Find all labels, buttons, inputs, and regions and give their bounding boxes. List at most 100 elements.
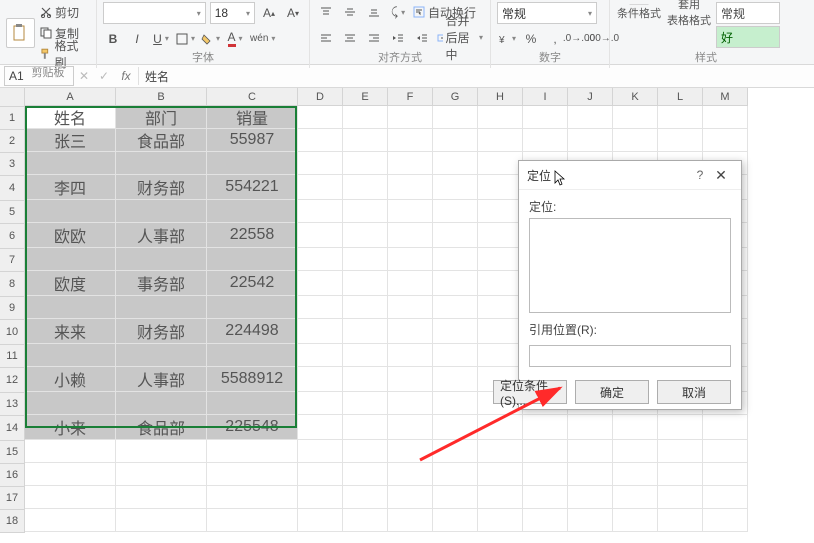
bold-button[interactable]: B bbox=[103, 29, 123, 49]
cell[interactable] bbox=[703, 463, 748, 486]
cell[interactable] bbox=[343, 200, 388, 223]
cell[interactable] bbox=[658, 129, 703, 152]
cell[interactable] bbox=[25, 463, 116, 486]
cell[interactable] bbox=[298, 463, 343, 486]
cell[interactable] bbox=[433, 248, 478, 271]
cell[interactable]: 部门 bbox=[116, 106, 207, 129]
cell[interactable] bbox=[388, 415, 433, 440]
cell[interactable] bbox=[478, 248, 523, 271]
increase-indent-button[interactable] bbox=[412, 28, 432, 48]
cell[interactable] bbox=[116, 200, 207, 223]
cell[interactable] bbox=[343, 367, 388, 392]
cell[interactable] bbox=[25, 509, 116, 532]
cell[interactable] bbox=[433, 486, 478, 509]
cell[interactable] bbox=[207, 440, 298, 463]
row-header[interactable]: 9 bbox=[0, 297, 25, 320]
cell[interactable] bbox=[703, 129, 748, 152]
cell[interactable] bbox=[116, 392, 207, 415]
cell[interactable] bbox=[613, 486, 658, 509]
format-as-table-button[interactable]: 套用 表格格式 bbox=[666, 2, 712, 22]
cell[interactable] bbox=[433, 463, 478, 486]
cell[interactable] bbox=[298, 129, 343, 152]
cell[interactable]: 欧度 bbox=[25, 271, 116, 296]
cell[interactable] bbox=[343, 509, 388, 532]
cell[interactable] bbox=[568, 129, 613, 152]
cell[interactable] bbox=[388, 392, 433, 415]
cell[interactable] bbox=[343, 392, 388, 415]
merge-center-button[interactable]: 合并后居中▾ bbox=[436, 28, 484, 48]
cell[interactable] bbox=[523, 129, 568, 152]
cell[interactable] bbox=[25, 248, 116, 271]
cell[interactable] bbox=[478, 200, 523, 223]
cell[interactable] bbox=[298, 367, 343, 392]
cell[interactable] bbox=[298, 319, 343, 344]
cell[interactable] bbox=[25, 296, 116, 319]
row-header[interactable]: 3 bbox=[0, 153, 25, 176]
cell[interactable] bbox=[207, 344, 298, 367]
row-header[interactable]: 15 bbox=[0, 441, 25, 464]
cell[interactable] bbox=[207, 152, 298, 175]
select-all-corner[interactable] bbox=[0, 88, 25, 107]
row-header[interactable]: 4 bbox=[0, 176, 25, 201]
reference-input[interactable] bbox=[529, 345, 731, 367]
cell[interactable]: 224498 bbox=[207, 319, 298, 344]
cell[interactable] bbox=[523, 440, 568, 463]
cell[interactable] bbox=[343, 296, 388, 319]
column-header[interactable]: M bbox=[703, 88, 748, 106]
cell[interactable] bbox=[388, 152, 433, 175]
special-button[interactable]: 定位条件(S)... bbox=[493, 380, 567, 404]
cell[interactable] bbox=[478, 271, 523, 296]
row-header[interactable]: 1 bbox=[0, 107, 25, 130]
cell[interactable]: 事务部 bbox=[116, 271, 207, 296]
column-header[interactable]: G bbox=[433, 88, 478, 106]
format-painter-button[interactable]: 格式刷 bbox=[39, 44, 90, 64]
cell[interactable] bbox=[298, 296, 343, 319]
cell[interactable] bbox=[568, 106, 613, 129]
cell[interactable] bbox=[388, 106, 433, 129]
fill-color-button[interactable]: ▾ bbox=[200, 29, 221, 49]
column-header[interactable]: J bbox=[568, 88, 613, 106]
cell[interactable]: 食品部 bbox=[116, 415, 207, 440]
cell[interactable]: 食品部 bbox=[116, 129, 207, 152]
cell[interactable] bbox=[116, 440, 207, 463]
cell[interactable]: 人事部 bbox=[116, 367, 207, 392]
cell[interactable] bbox=[478, 440, 523, 463]
cell[interactable] bbox=[298, 152, 343, 175]
cell[interactable] bbox=[298, 509, 343, 532]
cell[interactable] bbox=[523, 415, 568, 440]
paste-button[interactable] bbox=[6, 18, 35, 48]
cell[interactable] bbox=[298, 106, 343, 129]
cell[interactable] bbox=[343, 223, 388, 248]
cancel-button[interactable]: 取消 bbox=[657, 380, 731, 404]
align-left-button[interactable] bbox=[316, 28, 336, 48]
cell[interactable] bbox=[478, 129, 523, 152]
cell[interactable] bbox=[433, 296, 478, 319]
border-button[interactable]: ▾ bbox=[175, 29, 196, 49]
cell[interactable] bbox=[433, 175, 478, 200]
cell[interactable] bbox=[388, 463, 433, 486]
goto-listbox[interactable] bbox=[529, 218, 731, 313]
column-header[interactable]: A bbox=[25, 88, 116, 106]
font-color-button[interactable]: A▾ bbox=[225, 29, 245, 49]
align-right-button[interactable] bbox=[364, 28, 384, 48]
cell[interactable] bbox=[343, 463, 388, 486]
column-header[interactable]: C bbox=[207, 88, 298, 106]
cell[interactable]: 5588912 bbox=[207, 367, 298, 392]
cell[interactable] bbox=[613, 129, 658, 152]
cell[interactable] bbox=[116, 248, 207, 271]
cell[interactable] bbox=[116, 344, 207, 367]
cell[interactable] bbox=[433, 319, 478, 344]
column-header[interactable]: E bbox=[343, 88, 388, 106]
cell[interactable] bbox=[343, 129, 388, 152]
cell[interactable] bbox=[343, 415, 388, 440]
cell[interactable] bbox=[116, 152, 207, 175]
cell[interactable] bbox=[658, 486, 703, 509]
cell[interactable] bbox=[298, 200, 343, 223]
cell[interactable]: 55987 bbox=[207, 129, 298, 152]
cell[interactable] bbox=[207, 463, 298, 486]
cell[interactable] bbox=[388, 248, 433, 271]
ok-button[interactable]: 确定 bbox=[575, 380, 649, 404]
cell[interactable] bbox=[298, 175, 343, 200]
cell[interactable] bbox=[343, 152, 388, 175]
cell[interactable] bbox=[433, 367, 478, 392]
